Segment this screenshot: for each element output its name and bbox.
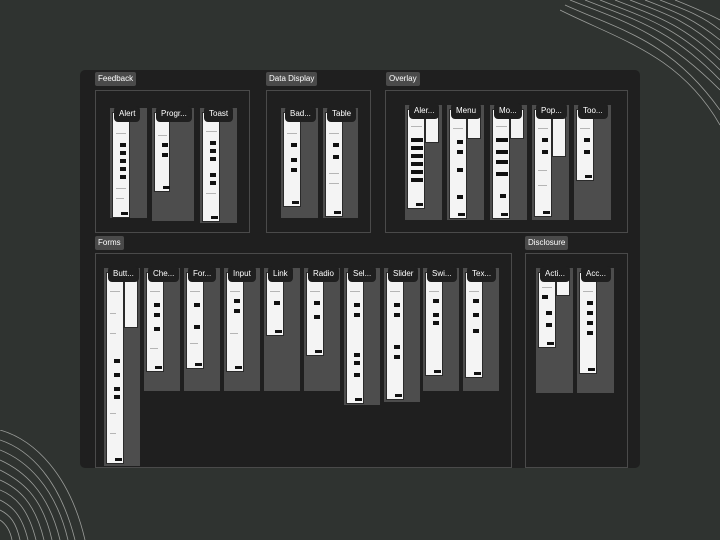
frame-label: Mo...	[495, 104, 521, 118]
frame-label: Acc...	[582, 267, 611, 281]
group-label-overlay: Overlay	[386, 72, 420, 86]
frame-label: Swi...	[428, 267, 456, 281]
frame-label: Pop...	[537, 104, 566, 118]
frame-page	[146, 272, 164, 372]
frame-menu[interactable]: Menu	[447, 104, 484, 220]
frame-label: Input	[229, 267, 255, 281]
frame-page	[425, 272, 443, 376]
frame-label: Too...	[579, 104, 607, 118]
frame-label: Tex...	[468, 267, 496, 281]
frame-label: Menu	[452, 104, 481, 118]
frame-form[interactable]: For...	[184, 267, 220, 391]
frame-tooltip[interactable]: Too...	[574, 104, 611, 220]
frame-page	[449, 109, 467, 219]
frame-accordion[interactable]: Acc...	[577, 267, 614, 393]
frame-label: Table	[328, 107, 356, 121]
frame-label: Link	[269, 267, 292, 281]
design-board: Feedback Alert Progr... Toast Data Displ…	[80, 70, 640, 468]
frame-label: Bad...	[286, 107, 315, 121]
frame-table[interactable]: Table	[323, 107, 358, 218]
frame-page	[266, 272, 284, 336]
group-disclosure: Acti... Acc...	[525, 253, 628, 468]
frame-progress[interactable]: Progr...	[152, 107, 194, 221]
frame-page	[325, 112, 343, 217]
frame-radio[interactable]: Radio	[304, 267, 340, 391]
frame-page	[407, 109, 425, 209]
frame-modal[interactable]: Mo...	[490, 104, 527, 220]
group-data-display: Bad... Table	[266, 90, 371, 233]
group-label-data-display: Data Display	[266, 72, 318, 86]
frame-page	[346, 272, 364, 404]
frame-label: Acti...	[541, 267, 570, 281]
group-overlay: Aler... Menu Mo... Pop... Too...	[385, 90, 628, 233]
frame-link[interactable]: Link	[264, 267, 300, 391]
frame-label: Slider	[389, 267, 418, 281]
frame-input[interactable]: Input	[224, 267, 260, 391]
frame-label: Aler...	[410, 104, 439, 118]
frame-switch[interactable]: Swi...	[423, 267, 459, 391]
frame-select[interactable]: Sel...	[344, 267, 380, 405]
frame-page	[186, 272, 204, 369]
frame-popover[interactable]: Pop...	[532, 104, 569, 220]
frame-label: Butt...	[109, 267, 138, 281]
frame-page	[534, 109, 552, 217]
frame-label: For...	[189, 267, 216, 281]
frame-label: Radio	[309, 267, 338, 281]
frame-page	[465, 272, 483, 378]
frame-alert-dialog[interactable]: Aler...	[405, 104, 442, 220]
frame-toast[interactable]: Toast	[200, 107, 237, 223]
group-label-disclosure: Disclosure	[525, 236, 569, 250]
frame-page	[106, 272, 124, 464]
frame-checkbox[interactable]: Che...	[144, 267, 180, 391]
frame-page	[492, 109, 510, 219]
group-feedback: Alert Progr... Toast	[95, 90, 250, 233]
frame-page	[202, 112, 220, 222]
frame-slider[interactable]: Slider	[384, 267, 420, 402]
group-label-feedback: Feedback	[95, 72, 137, 86]
frame-page	[226, 272, 244, 372]
frame-badge[interactable]: Bad...	[281, 107, 318, 218]
frame-page	[306, 272, 324, 356]
frame-label: Che...	[149, 267, 179, 281]
frame-page	[386, 272, 404, 400]
frame-textarea[interactable]: Tex...	[463, 267, 499, 391]
frame-page	[576, 109, 594, 181]
group-forms: Butt... Che... For... Input Link Radio S…	[95, 253, 512, 468]
frame-page	[579, 272, 597, 374]
frame-label: Alert	[115, 107, 140, 121]
frame-label: Toast	[205, 107, 233, 121]
frame-label: Sel...	[349, 267, 376, 281]
frame-page	[283, 112, 301, 207]
group-label-forms: Forms	[95, 236, 124, 250]
frame-page	[112, 112, 130, 218]
frame-accordion-actions[interactable]: Acti...	[536, 267, 573, 393]
frame-button[interactable]: Butt...	[104, 267, 140, 466]
frame-page	[154, 112, 170, 192]
frame-label: Progr...	[157, 107, 191, 121]
frame-page	[538, 272, 556, 348]
frame-alert[interactable]: Alert	[110, 107, 147, 218]
